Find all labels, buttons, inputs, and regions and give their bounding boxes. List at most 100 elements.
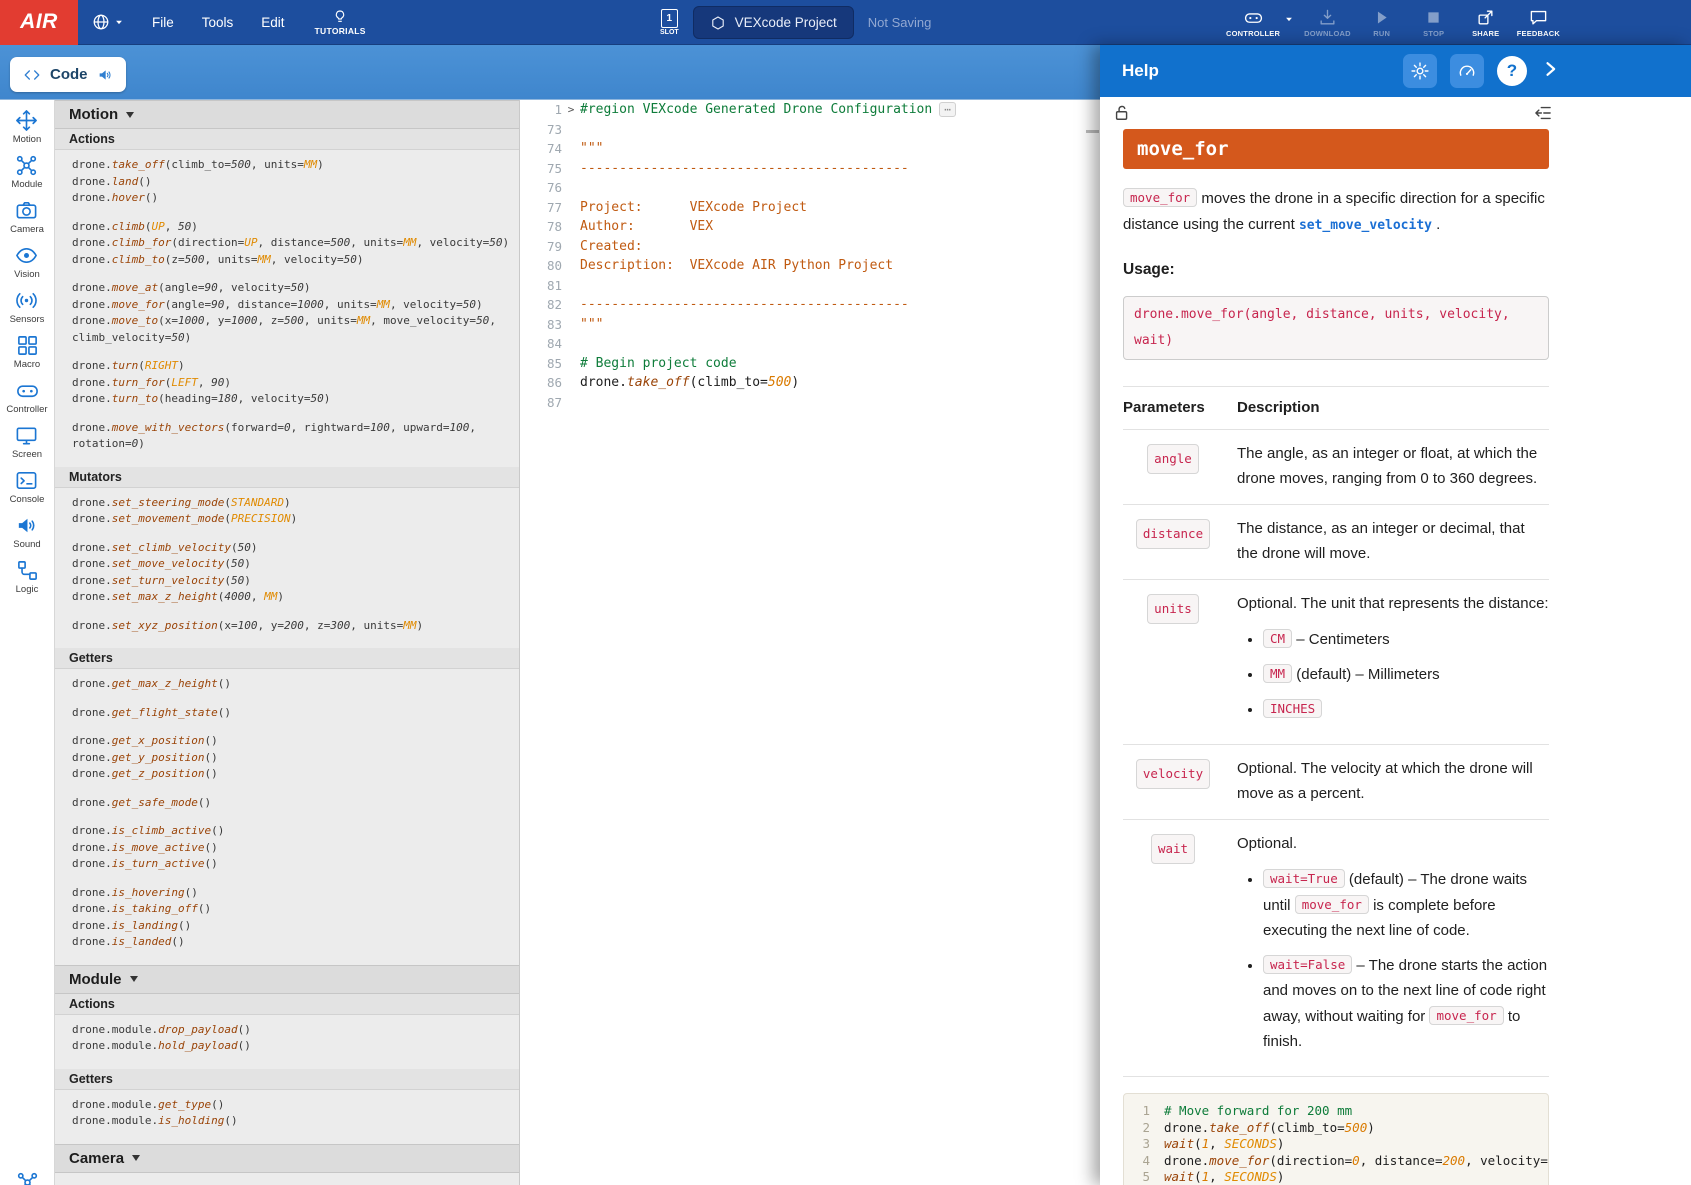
palette-snippet[interactable]: drone.set_move_velocity(50): [55, 556, 519, 573]
palette-snippet[interactable]: drone.get_flight_state(): [55, 705, 519, 722]
sidebar-item-logic[interactable]: Logic: [16, 559, 39, 595]
console-icon: [15, 469, 38, 492]
palette-snippet[interactable]: drone.turn_for(LEFT, 90): [55, 375, 519, 392]
palette-snippet[interactable]: drone.move_at(angle=90, velocity=50): [55, 280, 519, 297]
snippet-cluster: drone.set_steering_mode(STANDARD)drone.s…: [55, 495, 519, 528]
palette-snippet[interactable]: drone.set_turn_velocity(50): [55, 573, 519, 590]
sidebar-item-screen[interactable]: Screen: [12, 424, 42, 460]
help-button[interactable]: ?: [1497, 56, 1527, 86]
dashboard-button[interactable]: [1450, 54, 1484, 88]
close-help-button[interactable]: [1540, 59, 1560, 84]
language-button[interactable]: [92, 13, 124, 31]
folded-region-indicator[interactable]: ⋯: [939, 102, 956, 117]
sidebar-item-camera[interactable]: Camera: [10, 199, 44, 235]
share-button[interactable]: SHARE: [1465, 8, 1507, 38]
sidebar-item-sound[interactable]: Sound: [13, 514, 40, 550]
palette-snippet[interactable]: drone.hover(): [55, 190, 519, 207]
sidebar-item-controller[interactable]: Controller: [6, 379, 47, 415]
line-text: """: [580, 317, 603, 332]
palette-snippet[interactable]: drone.get_y_position(): [55, 750, 519, 767]
sidebar-item-vision[interactable]: Vision: [14, 244, 40, 280]
palette-snippet[interactable]: drone.take_off(climb_to=500, units=MM): [55, 157, 519, 174]
controller-button[interactable]: CONTROLLER: [1226, 8, 1280, 38]
line-number: 75: [520, 161, 562, 176]
stop-button[interactable]: STOP: [1413, 8, 1455, 38]
palette-group-getters: Getters: [55, 1069, 519, 1090]
palette-snippet[interactable]: drone.set_xyz_position(x=100, y=200, z=3…: [55, 618, 519, 635]
line-number: 78: [520, 219, 562, 234]
sidebar-item-module[interactable]: Module: [11, 154, 42, 190]
palette-snippet[interactable]: drone.module.get_type(): [55, 1097, 519, 1114]
code-link[interactable]: set_move_velocity: [1299, 218, 1432, 233]
code-tab[interactable]: Code: [10, 57, 126, 92]
palette-snippet[interactable]: drone.module.is_holding(): [55, 1113, 519, 1130]
palette-snippet[interactable]: drone.is_turn_active(): [55, 856, 519, 873]
sidebar-item-console[interactable]: Console: [10, 469, 45, 505]
palette-section-module[interactable]: Module: [55, 965, 519, 994]
project-name-button[interactable]: VEXcode Project: [693, 6, 854, 39]
palette-snippet[interactable]: drone.set_climb_velocity(50): [55, 540, 519, 557]
controller-label: CONTROLLER: [1226, 29, 1280, 38]
code-chip: CM: [1263, 629, 1292, 648]
palette-snippet[interactable]: drone.set_steering_mode(STANDARD): [55, 495, 519, 512]
palette-snippet[interactable]: drone.set_movement_mode(PRECISION): [55, 511, 519, 528]
palette-snippet[interactable]: drone.is_hovering(): [55, 885, 519, 902]
slot-button[interactable]: 1 SLOT: [660, 9, 679, 36]
tutorials-button[interactable]: TUTORIALS: [315, 9, 366, 36]
sidebar-item-motion[interactable]: Motion: [13, 109, 42, 145]
caret-down-icon[interactable]: [1284, 14, 1294, 24]
sidebar-item-partial[interactable]: [0, 1171, 55, 1185]
run-label: RUN: [1373, 29, 1390, 38]
pin-icon[interactable]: [1112, 103, 1132, 123]
palette-snippet[interactable]: drone.get_x_position(): [55, 733, 519, 750]
palette-snippet[interactable]: drone.move_to(x=1000, y=1000, z=500, uni…: [55, 313, 519, 346]
settings-button[interactable]: [1403, 54, 1437, 88]
menu-tools[interactable]: Tools: [202, 15, 234, 30]
param-row: distanceThe distance, as an integer or d…: [1123, 505, 1549, 580]
palette-snippet[interactable]: drone.turn_to(heading=180, velocity=50): [55, 391, 519, 408]
param-description: Optional. The unit that represents the d…: [1237, 591, 1549, 731]
speaker-icon[interactable]: [97, 67, 113, 83]
snippet-cluster: drone.get_max_z_height(): [55, 676, 519, 693]
palette-snippet[interactable]: drone.is_landing(): [55, 918, 519, 935]
chevron-right-icon: [1540, 59, 1560, 79]
palette-section-motion[interactable]: Motion: [55, 100, 519, 129]
section-title: Module: [69, 971, 122, 988]
palette-snippet[interactable]: drone.module.drop_payload(): [55, 1022, 519, 1039]
palette-snippet[interactable]: drone.get_z_position(): [55, 766, 519, 783]
palette-snippet[interactable]: drone.get_safe_mode(): [55, 795, 519, 812]
bullet-item: wait=False – The drone starts the action…: [1263, 952, 1549, 1054]
palette-snippet[interactable]: drone.move_with_vectors(forward=0, right…: [55, 420, 519, 453]
feedback-button[interactable]: FEEDBACK: [1517, 8, 1560, 38]
sidebar-item-macro[interactable]: Macro: [14, 334, 40, 370]
sidebar-item-label: Sound: [13, 539, 40, 550]
palette-snippet[interactable]: drone.climb_for(direction=UP, distance=5…: [55, 235, 519, 252]
bullet-item: wait=True (default) – The drone waits un…: [1263, 866, 1549, 943]
palette-snippet[interactable]: drone.is_taking_off(): [55, 901, 519, 918]
menu-edit[interactable]: Edit: [261, 15, 284, 30]
palette-snippet[interactable]: drone.turn(RIGHT): [55, 358, 519, 375]
palette-snippet[interactable]: drone.move_for(angle=90, distance=1000, …: [55, 297, 519, 314]
palette-snippet[interactable]: drone.get_max_z_height(): [55, 676, 519, 693]
code-icon: [23, 66, 41, 84]
download-button[interactable]: DOWNLOAD: [1304, 8, 1351, 38]
palette-snippet[interactable]: drone.climb_to(z=500, units=MM, velocity…: [55, 252, 519, 269]
palette-snippet[interactable]: drone.land(): [55, 174, 519, 191]
snippet-cluster: drone.get_x_position()drone.get_y_positi…: [55, 733, 519, 783]
collapse-panel-icon[interactable]: [1533, 103, 1553, 123]
menu-file[interactable]: File: [152, 15, 174, 30]
run-button[interactable]: RUN: [1361, 8, 1403, 38]
palette-snippet[interactable]: drone.module.hold_payload(): [55, 1038, 519, 1055]
palette-snippet[interactable]: drone.is_climb_active(): [55, 823, 519, 840]
palette-snippet[interactable]: drone.is_move_active(): [55, 840, 519, 857]
line-text: Description: VEXcode AIR Python Project: [580, 258, 893, 273]
palette-section-camera[interactable]: Camera: [55, 1144, 519, 1173]
palette-group-actions: Actions: [55, 129, 519, 150]
line-number: 83: [520, 317, 562, 332]
parameters-table: Parameters Description angleThe angle, a…: [1123, 386, 1549, 1077]
palette-snippet[interactable]: drone.is_landed(): [55, 934, 519, 951]
fold-toggle-icon[interactable]: >: [562, 103, 580, 116]
palette-snippet[interactable]: drone.climb(UP, 50): [55, 219, 519, 236]
sidebar-item-sensors[interactable]: Sensors: [10, 289, 45, 325]
palette-snippet[interactable]: drone.set_max_z_height(4000, MM): [55, 589, 519, 606]
